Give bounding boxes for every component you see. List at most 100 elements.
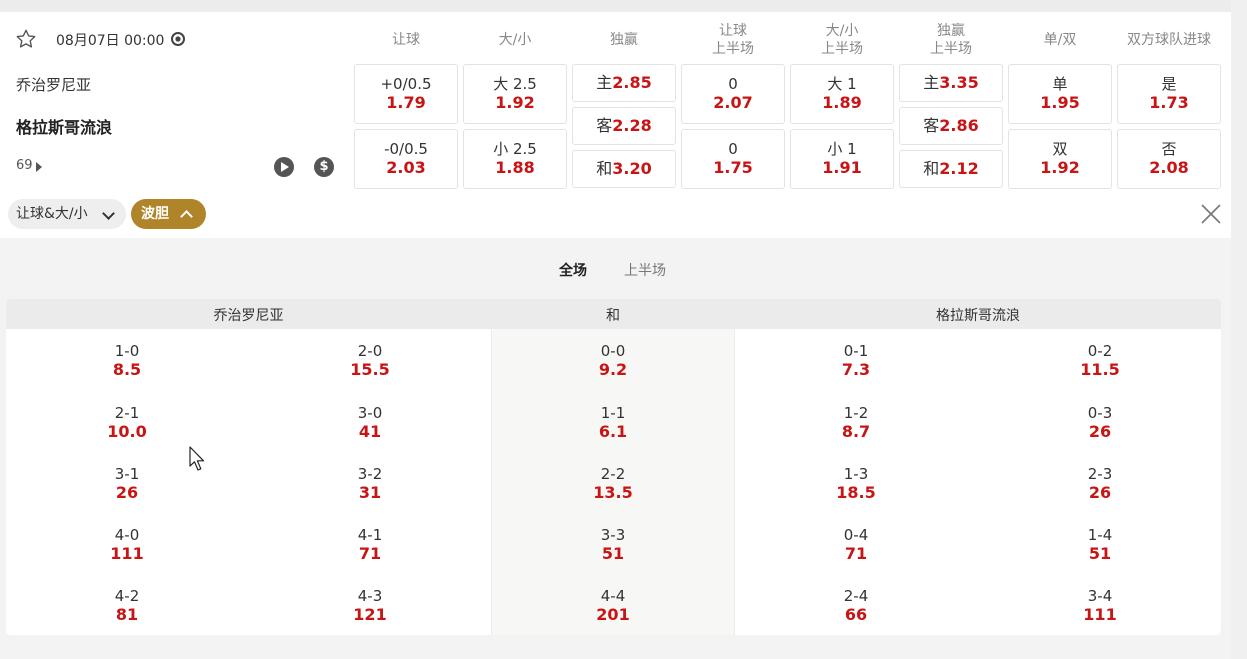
score-label: 1-2: [843, 404, 869, 422]
caret-right-icon[interactable]: [36, 162, 42, 172]
score-cell[interactable]: 1-3 18.5: [796, 465, 916, 503]
score-cell[interactable]: 0-4 71: [796, 526, 916, 564]
score-odds: 9.2: [598, 360, 628, 379]
odds-cell-over-under-1h[interactable]: 大 1 1.89: [790, 64, 894, 124]
odds-cell-moneyline-1h[interactable]: 和2.12: [899, 150, 1003, 188]
chevron-down-icon: [102, 207, 115, 220]
filter-handicap-ou[interactable]: 让球&大/小: [8, 199, 126, 229]
odds-cell-moneyline[interactable]: 主2.85: [572, 64, 676, 102]
odds-line: +0/0.5: [380, 75, 432, 93]
star-icon[interactable]: [15, 28, 37, 50]
score-odds: 41: [358, 422, 382, 441]
score-cell[interactable]: 0-2 11.5: [1040, 342, 1160, 380]
column-header-handicap-1h: 让球 上半场: [681, 22, 785, 58]
score-cell[interactable]: 2-4 66: [796, 587, 916, 625]
score-cell[interactable]: 2-3 26: [1040, 465, 1160, 503]
score-label: 1-1: [600, 404, 626, 422]
tab-first-half[interactable]: 上半场: [624, 260, 666, 280]
score-cell[interactable]: 1-2 8.7: [796, 404, 916, 442]
odds-cell-btts[interactable]: 是 1.73: [1117, 64, 1221, 124]
odds-cell-odd-even[interactable]: 双 1.92: [1008, 129, 1112, 189]
score-cell[interactable]: 4-2 81: [67, 587, 187, 625]
odds-line: 0: [728, 75, 738, 93]
score-label: 4-1: [357, 526, 383, 544]
score-cell[interactable]: 3-0 41: [310, 404, 430, 442]
score-odds: 6.1: [598, 422, 628, 441]
odds-cell-handicap[interactable]: +0/0.5 1.79: [354, 64, 458, 124]
score-cell[interactable]: 3-1 26: [67, 465, 187, 503]
scrollbar[interactable]: [1231, 0, 1247, 659]
score-label: 2-1: [114, 404, 140, 422]
odds-line: 否: [1161, 140, 1177, 158]
score-cell[interactable]: 2-0 15.5: [310, 342, 430, 380]
odds-label: 和: [923, 159, 940, 178]
score-cell[interactable]: 3-3 51: [553, 526, 673, 564]
score-odds: 66: [844, 605, 868, 624]
play-icon[interactable]: [274, 157, 294, 177]
score-cell[interactable]: 1-0 8.5: [67, 342, 187, 380]
odds-cell-over-under[interactable]: 小 2.5 1.88: [463, 129, 567, 189]
score-odds: 51: [1088, 544, 1112, 563]
column-header-line: 双方球队进球: [1127, 32, 1211, 48]
score-label: 0-0: [600, 342, 626, 360]
score-label: 1-4: [1087, 526, 1113, 544]
score-cell[interactable]: 1-1 6.1: [553, 404, 673, 442]
score-label: 4-3: [357, 587, 383, 605]
score-cell[interactable]: 3-2 31: [310, 465, 430, 503]
odds-value: 1.92: [495, 93, 535, 112]
odds-value: 3.35: [939, 73, 979, 92]
score-cell[interactable]: 0-3 26: [1040, 404, 1160, 442]
score-odds: 51: [601, 544, 625, 563]
clock-icon: [171, 32, 185, 46]
score-cell[interactable]: 4-1 71: [310, 526, 430, 564]
filter-correct-score[interactable]: 波胆: [131, 199, 206, 229]
filter-correct-score-label: 波胆: [141, 206, 169, 222]
score-label: 2-2: [600, 465, 626, 483]
score-label: 3-0: [357, 404, 383, 422]
score-label: 0-1: [843, 342, 869, 360]
odds-cell-handicap-1h[interactable]: 0 2.07: [681, 64, 785, 124]
odds-cell-over-under-1h[interactable]: 小 1 1.91: [790, 129, 894, 189]
score-cell[interactable]: 4-3 121: [310, 587, 430, 625]
score-odds: 81: [115, 605, 139, 624]
odds-cell-over-under[interactable]: 大 2.5 1.92: [463, 64, 567, 124]
odds-label: 和: [596, 159, 613, 178]
score-label: 3-2: [357, 465, 383, 483]
score-cell[interactable]: 0-1 7.3: [796, 342, 916, 380]
column-header-line: 上半场: [712, 41, 754, 57]
odds-cell-moneyline-1h[interactable]: 客2.86: [899, 107, 1003, 145]
score-cell[interactable]: 4-0 111: [67, 526, 187, 564]
column-header-over-under: 大/小: [463, 31, 567, 49]
close-icon[interactable]: [1199, 202, 1223, 226]
score-cell[interactable]: 0-0 9.2: [553, 342, 673, 380]
odds-cell-handicap[interactable]: -0/0.5 2.03: [354, 129, 458, 189]
score-label: 3-3: [600, 526, 626, 544]
score-label: 1-3: [843, 465, 869, 483]
odds-cell-btts[interactable]: 否 2.08: [1117, 129, 1221, 189]
score-cell[interactable]: 2-1 10.0: [67, 404, 187, 442]
column-header-moneyline: 独赢: [572, 31, 676, 49]
odds-cell-handicap-1h[interactable]: 0 1.75: [681, 129, 785, 189]
odds-cell-moneyline-1h[interactable]: 主3.35: [899, 64, 1003, 102]
score-cell[interactable]: 4-4 201: [553, 587, 673, 625]
odds-line: 单: [1052, 75, 1068, 93]
score-cell[interactable]: 1-4 51: [1040, 526, 1160, 564]
odds-cell-moneyline[interactable]: 客2.28: [572, 107, 676, 145]
score-odds: 18.5: [836, 483, 876, 502]
score-label: 1-0: [114, 342, 140, 360]
score-cell[interactable]: 2-2 13.5: [553, 465, 673, 503]
more-markets-count[interactable]: 69: [16, 158, 33, 173]
dollar-icon[interactable]: $: [314, 157, 334, 177]
score-cell[interactable]: 3-4 111: [1040, 587, 1160, 625]
score-label: 0-3: [1087, 404, 1113, 422]
odds-cell-odd-even[interactable]: 单 1.95: [1008, 64, 1112, 124]
odds-cell-moneyline[interactable]: 和3.20: [572, 150, 676, 188]
score-odds: 8.5: [112, 360, 142, 379]
tab-full-time[interactable]: 全场: [559, 260, 587, 280]
odds-line: -0/0.5: [384, 140, 428, 158]
chevron-up-icon: [180, 210, 193, 223]
score-odds: 26: [1088, 422, 1112, 441]
filter-handicap-ou-label: 让球&大/小: [16, 206, 88, 222]
odds-value: 2.07: [713, 93, 753, 112]
odds-value: 2.08: [1149, 158, 1189, 177]
